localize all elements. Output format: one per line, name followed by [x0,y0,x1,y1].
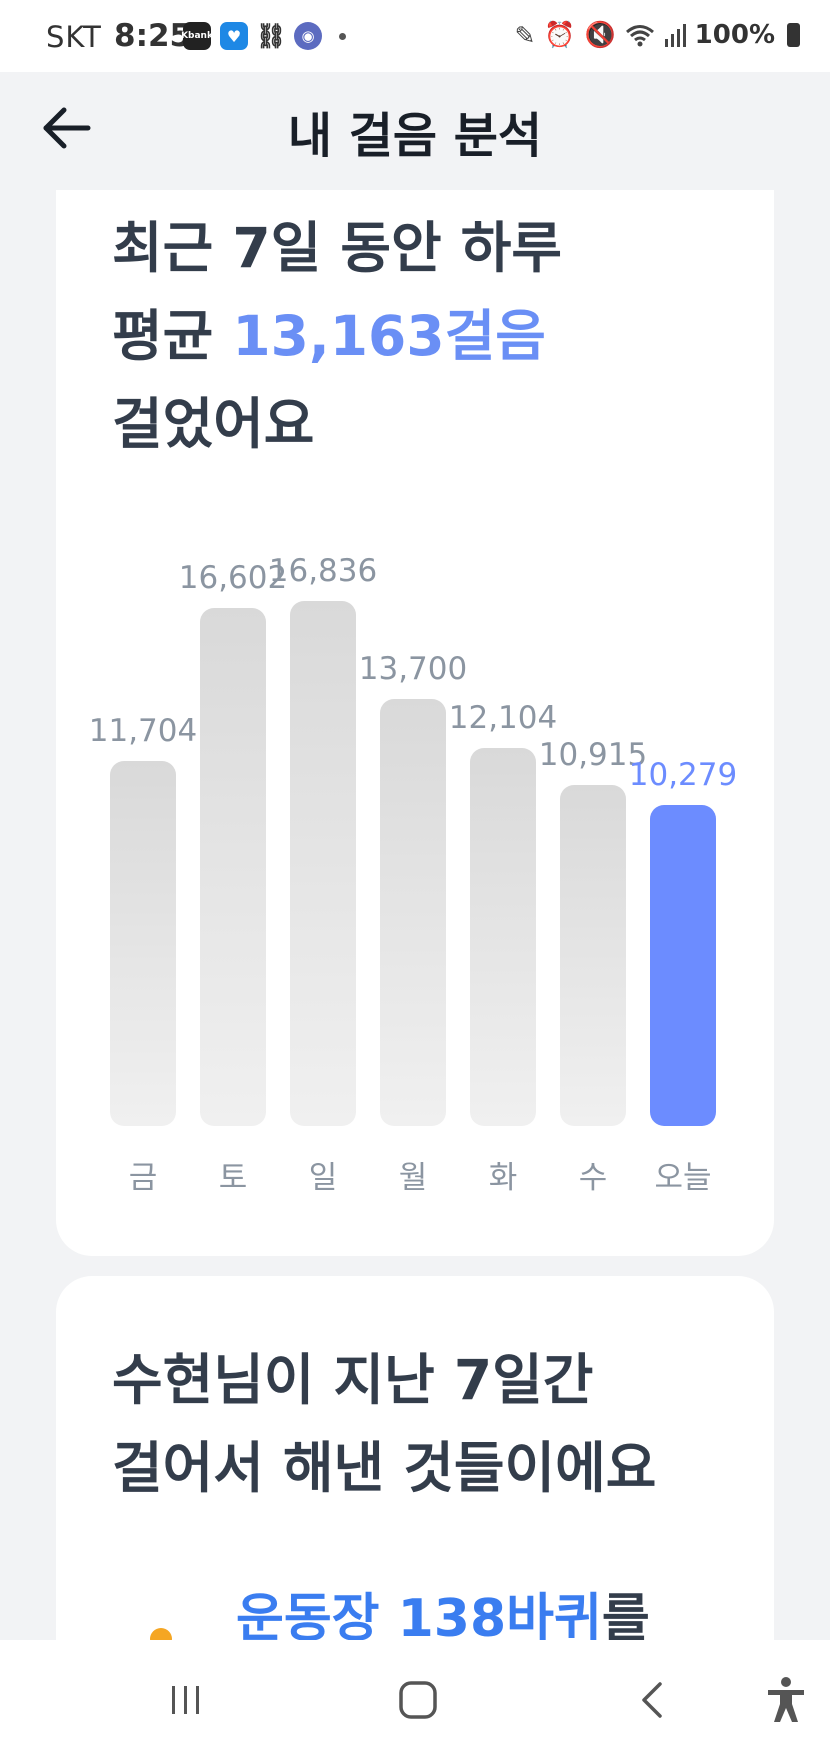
owl-app-icon: ◉ [294,22,322,50]
kbank-app-icon: Kbank [181,22,213,50]
bar-2 [290,601,356,1126]
achievement-line-2: 걸어서 해낸 것들이에요 [112,1436,657,1500]
steps-bar-chart: 11,704 금 16,602 토 16,836 일 13,700 월 12,104 화 10,91… [56,190,774,1256]
day-label: 수 [578,1160,608,1196]
achievement-line-1: 수현님이 지난 7일간 [112,1348,594,1412]
recent-apps-icon [172,1686,199,1714]
notification-icons: Kbank ♥ ⛓ ◉ [181,22,346,50]
day-label: 월 [398,1160,428,1196]
link-icon: ⛓ [255,22,287,50]
bar-1 [200,608,266,1126]
day-label: 일 [308,1160,338,1196]
alarm-icon: ⏰ [544,20,576,49]
back-nav-button[interactable] [622,1670,682,1730]
day-label: 토 [218,1160,248,1196]
bar-value-label: 10,279 [628,757,738,793]
achievement-card: 수현님이 지난 7일간 걸어서 해낸 것들이에요 운동장 138바퀴를 [56,1276,774,1696]
bar-value-label: 16,836 [268,553,378,589]
mute-icon: 🔇 [584,20,616,49]
accessibility-button[interactable] [756,1670,816,1730]
home-button[interactable] [388,1670,448,1730]
pen-icon: ✎ [514,20,536,50]
system-nav-bar [0,1640,830,1752]
bar-4 [470,748,536,1126]
day-label: 오늘 [654,1160,712,1196]
battery-percent: 100% [694,20,775,50]
system-icons: ✎ ⏰ 🔇 100% [514,20,800,50]
weekly-steps-card: 최근 7일 동안 하루 평균 13,163걸음 걸었어요 11,704 금 16,6… [56,190,774,1256]
carrier-label: SKT [46,20,102,54]
wifi-icon [625,25,654,47]
bar-value-label: 12,104 [448,700,558,736]
achievement-headline: 수현님이 지난 7일간 걸어서 해낸 것들이에요 [112,1336,656,1512]
status-bar: SKT 8:25 Kbank ♥ ⛓ ◉ ✎ ⏰ 🔇 100% [0,0,830,72]
page-title: 내 걸음 분석 [287,108,543,164]
clock: 8:25 [114,18,192,54]
bar-6 [650,805,716,1126]
app-header: 내 걸음 분석 [0,72,830,182]
accessibility-icon [768,1677,804,1722]
home-icon [399,1681,437,1719]
bar-0 [110,761,176,1126]
bar-value-label: 11,704 [88,713,198,749]
bar-5 [560,785,626,1126]
heart-app-icon: ♥ [220,22,248,50]
chevron-left-icon [642,1682,662,1718]
battery-icon [787,23,800,47]
more-notifications-dot [339,32,346,40]
signal-icon [664,24,686,47]
day-label: 금 [128,1160,158,1196]
bar-value-label: 13,700 [358,651,468,687]
recent-apps-button[interactable] [156,1670,216,1730]
day-label: 화 [488,1160,518,1196]
bar-3 [380,699,446,1126]
